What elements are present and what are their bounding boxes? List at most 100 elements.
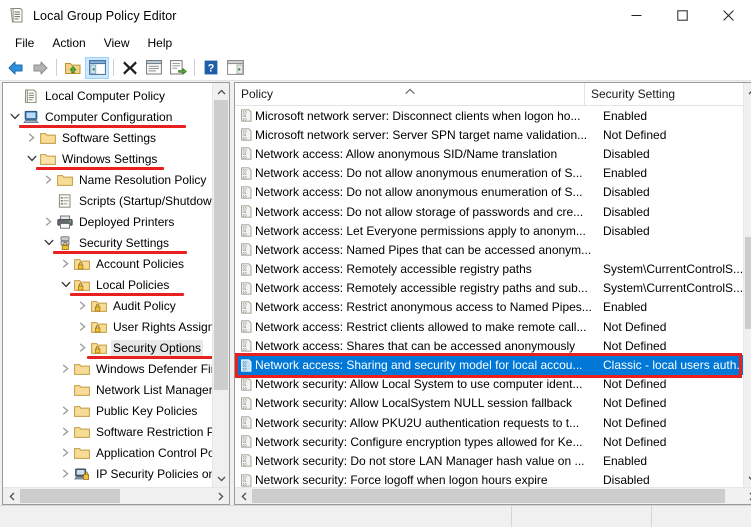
tree-item-audit-policy[interactable]: Audit Policy (3, 295, 212, 316)
chevron-right-icon[interactable] (58, 469, 73, 479)
list-scroll-up-icon[interactable] (744, 83, 751, 100)
table-row[interactable]: 10 01 10 Network access: Restrict clients a… (235, 317, 743, 336)
show-action-pane-icon[interactable] (223, 57, 247, 79)
list-horizontal-scrollbar[interactable] (235, 487, 751, 504)
chevron-right-icon[interactable] (58, 364, 73, 374)
table-row[interactable]: 10 01 10 Network security: Configure encryp… (235, 432, 743, 451)
minimize-button[interactable] (613, 0, 659, 31)
chevron-right-icon[interactable] (41, 175, 56, 185)
table-row[interactable]: 10 01 10 Network security: Do not store LAN… (235, 451, 743, 470)
tree-item-local-computer-policy[interactable]: Local Computer Policy (3, 85, 212, 106)
tree-item-security-options[interactable]: Security Options (3, 337, 212, 359)
chevron-right-icon[interactable] (58, 406, 73, 416)
column-header-security-setting[interactable]: Security Setting (585, 83, 743, 105)
chevron-right-icon[interactable] (75, 343, 90, 353)
svg-text:10: 10 (243, 175, 247, 179)
menu-action[interactable]: Action (43, 33, 94, 53)
tree-item-software-restriction-policies[interactable]: Software Restriction Policies (3, 421, 212, 442)
delete-icon[interactable] (118, 57, 142, 79)
tree-item-ip-security-policies-on-local-computer[interactable]: IP Security Policies on Local Computer (3, 463, 212, 484)
table-row[interactable]: 10 01 10 Network access: Do not allow anony… (235, 183, 743, 202)
table-row[interactable]: 10 01 10 Network access: Let Everyone permi… (235, 221, 743, 240)
list-hscroll-track[interactable] (252, 488, 743, 504)
column-header-policy[interactable]: Policy (235, 83, 585, 105)
tree-hscroll-thumb[interactable] (20, 489, 120, 503)
chevron-right-icon[interactable] (58, 427, 73, 437)
list-hscroll-thumb[interactable] (252, 489, 726, 503)
table-row[interactable]: 10 01 10 Network access: Restrict anonymous… (235, 298, 743, 317)
tree-hscroll-track[interactable] (20, 488, 212, 504)
tree-item-scripts-startup-shutdown[interactable]: Scripts (Startup/Shutdown) (3, 190, 212, 211)
table-row[interactable]: 10 01 10 Microsoft network server: Disconne… (235, 106, 743, 125)
table-row[interactable]: 10 01 10 Network security: Allow LocalSyste… (235, 394, 743, 413)
policy-tree[interactable]: Local Computer Policy Computer Configurat… (3, 83, 212, 487)
chevron-down-icon[interactable] (7, 112, 22, 121)
list-scroll-down-icon[interactable] (744, 470, 751, 487)
up-folder-icon[interactable] (61, 57, 85, 79)
tree-item-name-resolution-policy[interactable]: Name Resolution Policy (3, 169, 212, 190)
tree-item-network-list-manager-policies[interactable]: Network List Manager Policies (3, 379, 212, 400)
help-icon[interactable]: ? (199, 57, 223, 79)
tree-item-security-settings[interactable]: Security Settings (3, 232, 212, 254)
list-scroll-thumb[interactable] (745, 237, 751, 329)
security-setting-cell: Not Defined (603, 396, 667, 411)
table-row[interactable]: 10 01 10 Network access: Remotely accessibl… (235, 260, 743, 279)
chevron-right-icon[interactable] (24, 133, 39, 143)
tree-item-deployed-printers[interactable]: Deployed Printers (3, 211, 212, 232)
policy-setting-icon: 10 01 10 (235, 435, 255, 448)
show-hide-tree-icon[interactable] (85, 56, 109, 79)
tree-item-computer-configuration[interactable]: Computer Configuration (3, 106, 212, 128)
menu-help[interactable]: Help (139, 33, 182, 53)
svg-text:10: 10 (243, 117, 247, 121)
table-row[interactable]: 10 01 10 Network security: Force logoff whe… (235, 471, 743, 487)
tree-item-account-policies[interactable]: Account Policies (3, 253, 212, 274)
chevron-right-icon[interactable] (41, 217, 56, 227)
chevron-right-icon[interactable] (58, 259, 73, 269)
maximize-button[interactable] (659, 0, 705, 31)
table-row[interactable]: 10 01 10 Network access: Named Pipes that c… (235, 240, 743, 259)
export-list-icon[interactable] (166, 57, 190, 79)
forward-icon[interactable] (28, 57, 52, 79)
back-icon[interactable] (4, 57, 28, 79)
tree-item-local-policies[interactable]: Local Policies (3, 274, 212, 296)
tree-scroll-track[interactable] (213, 100, 229, 470)
table-row[interactable]: 10 01 10 Microsoft network server: Server S… (235, 125, 743, 144)
tree-item-windows-defender-firewall[interactable]: Windows Defender Firewall (3, 358, 212, 379)
table-row[interactable]: 10 01 10 Network access: Shares that can be… (235, 336, 743, 355)
tree-item-public-key-policies[interactable]: Public Key Policies (3, 400, 212, 421)
list-vertical-scrollbar[interactable] (743, 83, 751, 487)
table-row[interactable]: 10 01 10 Network access: Remotely accessibl… (235, 279, 743, 298)
chevron-right-icon[interactable] (75, 322, 90, 332)
table-row[interactable]: 10 01 10 Network access: Allow anonymous SI… (235, 144, 743, 163)
list-hscroll-left-icon[interactable] (235, 488, 252, 504)
tree-hscroll-right-icon[interactable] (212, 488, 229, 504)
tree-item-advanced-audit-policy-configuration[interactable]: Advanced Audit Policy Configuration (3, 484, 212, 487)
table-row[interactable]: 10 01 10 Network security: Allow PKU2U auth… (235, 413, 743, 432)
tree-scroll-thumb[interactable] (214, 100, 228, 390)
list-scroll-track[interactable] (744, 100, 751, 470)
tree-hscroll-left-icon[interactable] (3, 488, 20, 504)
tree-item-application-control-policies[interactable]: Application Control Policies (3, 442, 212, 463)
tree-item-windows-settings[interactable]: Windows Settings (3, 148, 212, 170)
chevron-right-icon[interactable] (58, 448, 73, 458)
tree-horizontal-scrollbar[interactable] (3, 487, 229, 504)
chevron-right-icon[interactable] (75, 301, 90, 311)
tree-vertical-scrollbar[interactable] (212, 83, 229, 487)
chevron-down-icon[interactable] (41, 238, 56, 247)
menu-file[interactable]: File (6, 33, 43, 53)
table-row[interactable]: 10 01 10 Network security: Allow Local Syst… (235, 375, 743, 394)
properties-icon[interactable] (142, 57, 166, 79)
table-row[interactable]: 10 01 10 Network access: Sharing and securi… (235, 355, 744, 375)
tree-scroll-up-icon[interactable] (213, 83, 229, 100)
close-button[interactable] (705, 0, 751, 31)
menu-view[interactable]: View (95, 33, 139, 53)
chevron-down-icon[interactable] (58, 280, 73, 289)
chevron-down-icon[interactable] (24, 154, 39, 163)
tree-scroll-down-icon[interactable] (213, 470, 229, 487)
list-hscroll-right-icon[interactable] (743, 488, 751, 504)
table-row[interactable]: 10 01 10 Network access: Do not allow anony… (235, 164, 743, 183)
table-row[interactable]: 10 01 10 Network access: Do not allow stora… (235, 202, 743, 221)
tree-item-software-settings[interactable]: Software Settings (3, 127, 212, 148)
policy-rows[interactable]: 10 01 10 Microsoft network server: Disconne… (235, 106, 744, 487)
tree-item-user-rights-assignment[interactable]: User Rights Assignment (3, 316, 212, 337)
